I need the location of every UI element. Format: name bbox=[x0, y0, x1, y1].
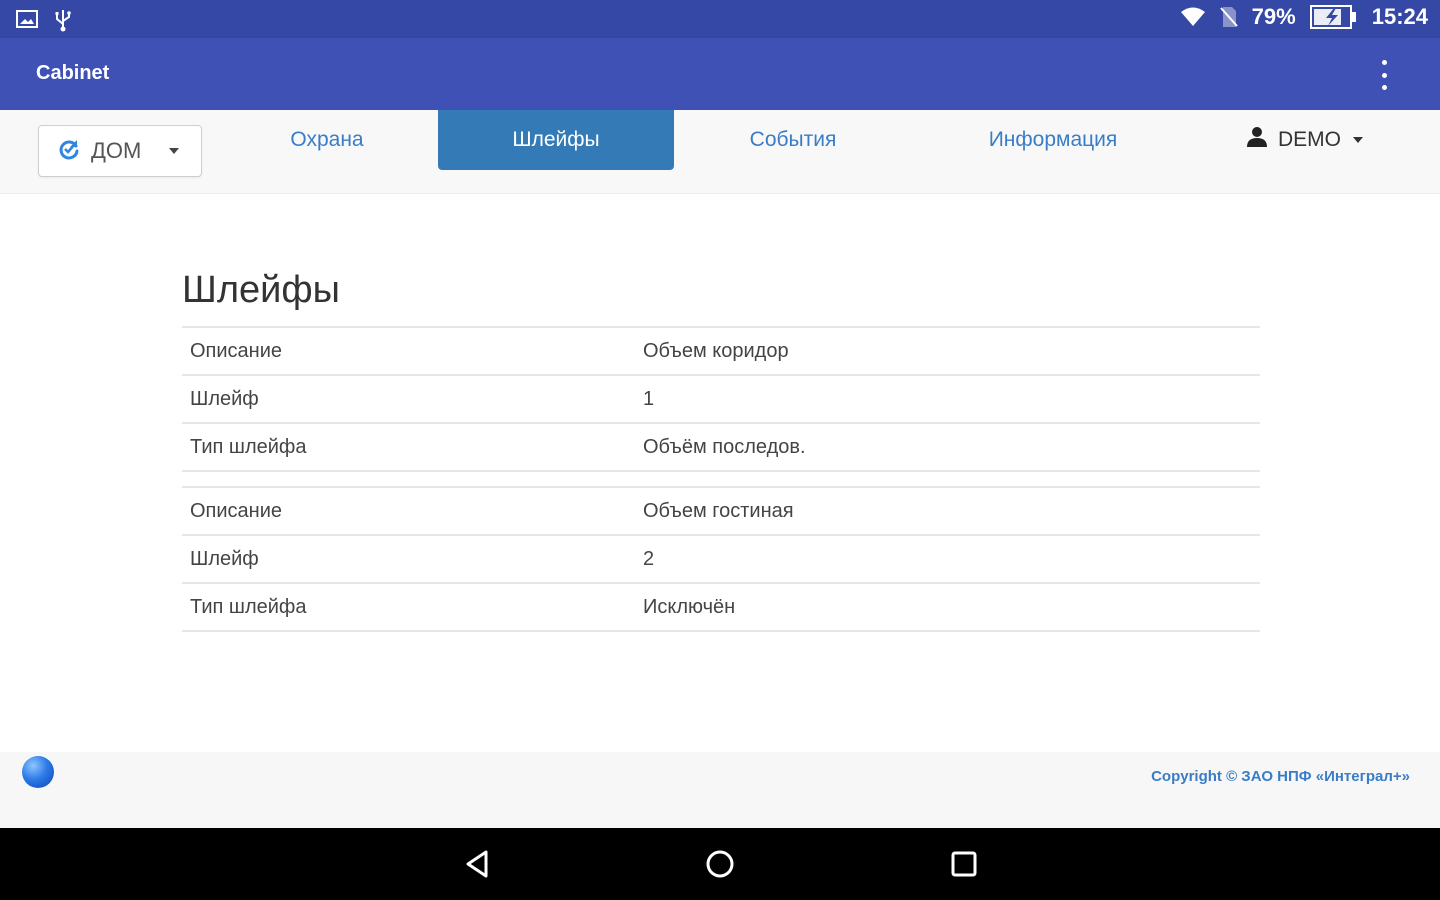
row-label: Описание bbox=[182, 326, 635, 375]
tab-label: Охрана bbox=[290, 128, 364, 151]
tab-zones[interactable]: Шлейфы bbox=[438, 110, 674, 170]
table-row: Описание Объем гостиная bbox=[182, 486, 1260, 535]
row-value: Объем коридор bbox=[635, 326, 1260, 375]
system-nav-bar bbox=[0, 828, 1440, 900]
app-title: Cabinet bbox=[36, 62, 110, 84]
status-bar: 79% 15:24 bbox=[0, 0, 1440, 38]
image-icon bbox=[16, 10, 38, 30]
back-icon[interactable] bbox=[460, 846, 496, 882]
table-row: Тип шлейфа Исключён bbox=[182, 582, 1260, 632]
row-value: 2 bbox=[635, 534, 1260, 583]
home-icon[interactable] bbox=[702, 846, 738, 882]
row-value: 1 bbox=[635, 374, 1260, 423]
row-value: Объем гостиная bbox=[635, 486, 1260, 535]
table-row: Описание Объем коридор bbox=[182, 326, 1260, 375]
recents-icon[interactable] bbox=[946, 846, 982, 882]
battery-percent: 79% bbox=[1251, 4, 1296, 29]
app-bar: Cabinet bbox=[0, 38, 1440, 110]
tab-info[interactable]: Информация bbox=[960, 110, 1146, 170]
main-content: Шлейфы Описание Объем коридор Шлейф 1 Ти… bbox=[182, 260, 1260, 632]
row-label: Тип шлейфа bbox=[182, 422, 635, 472]
zone-table: Описание Объем гостиная Шлейф 2 Тип шлей… bbox=[182, 486, 1260, 632]
tab-security[interactable]: Охрана bbox=[236, 110, 418, 170]
footer: Copyright © ЗАО НПФ «Интеграл+» bbox=[0, 752, 1440, 828]
chevron-down-icon bbox=[169, 148, 180, 154]
user-name: DEMO bbox=[1278, 128, 1341, 151]
tab-label: События bbox=[749, 128, 837, 151]
tab-events[interactable]: События bbox=[700, 110, 886, 170]
no-sim-icon bbox=[1219, 5, 1238, 29]
table-row: Тип шлейфа Объём последов. bbox=[182, 422, 1260, 472]
refresh-icon bbox=[57, 137, 81, 166]
row-value: Исключён bbox=[635, 582, 1260, 632]
row-label: Описание bbox=[182, 486, 635, 535]
table-row: Шлейф 1 bbox=[182, 374, 1260, 423]
tab-label: Информация bbox=[988, 128, 1118, 151]
globe-icon bbox=[22, 756, 54, 788]
row-label: Шлейф bbox=[182, 534, 635, 583]
wifi-icon bbox=[1180, 6, 1206, 28]
user-menu[interactable]: DEMO bbox=[1246, 110, 1363, 170]
site-select[interactable]: ДОМ bbox=[38, 125, 202, 177]
row-value: Объём последов. bbox=[635, 422, 1260, 472]
zone-table: Описание Объем коридор Шлейф 1 Тип шлейф… bbox=[182, 326, 1260, 472]
usb-icon bbox=[54, 8, 72, 32]
nav-bar: ДОМ Охрана Шлейфы События Информация DEM… bbox=[0, 110, 1440, 194]
row-label: Шлейф bbox=[182, 374, 635, 423]
page-title: Шлейфы bbox=[182, 269, 340, 311]
table-gap bbox=[182, 472, 1260, 486]
clock: 15:24 bbox=[1371, 4, 1428, 29]
more-vert-icon[interactable] bbox=[1372, 60, 1396, 90]
user-icon bbox=[1246, 126, 1268, 154]
battery-charging-icon bbox=[1309, 4, 1358, 30]
chevron-down-icon bbox=[1353, 137, 1363, 143]
site-select-value: ДОМ bbox=[91, 138, 142, 163]
copyright-text: Copyright © ЗАО НПФ «Интеграл+» bbox=[1151, 768, 1410, 785]
table-row: Шлейф 2 bbox=[182, 534, 1260, 583]
row-label: Тип шлейфа bbox=[182, 582, 635, 632]
tab-label: Шлейфы bbox=[512, 128, 600, 151]
